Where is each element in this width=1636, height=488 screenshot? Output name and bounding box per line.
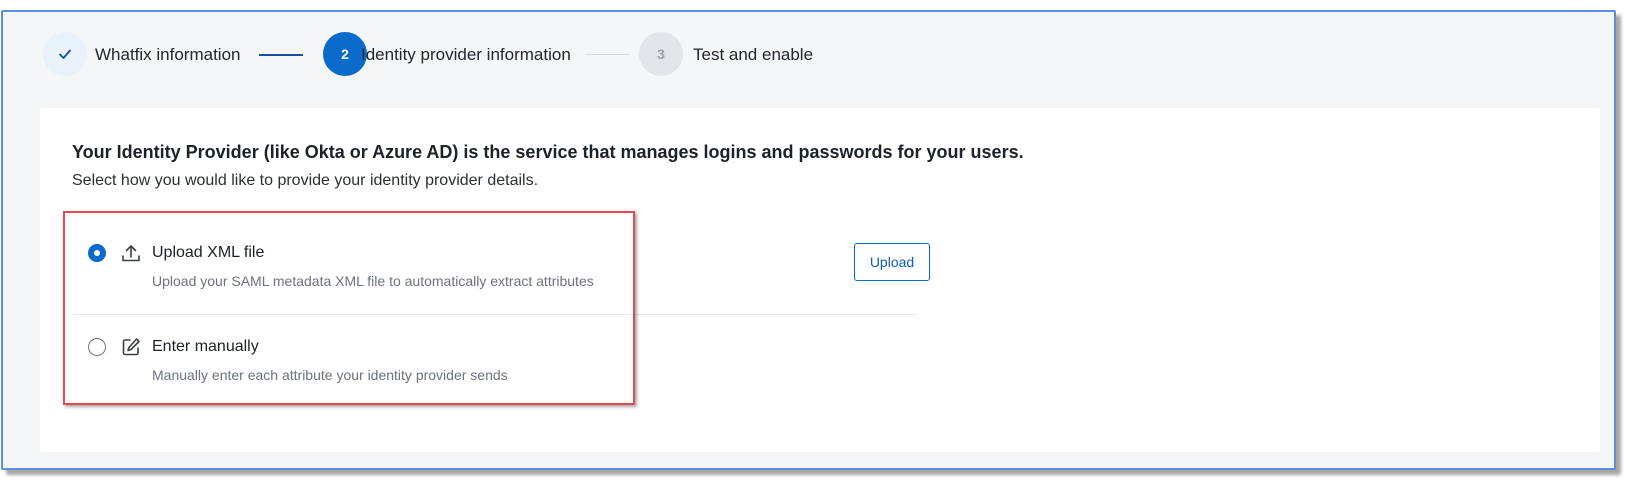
option-enter-manually[interactable]: Enter manually Manually enter each attri… (72, 318, 916, 408)
upload-button[interactable]: Upload (854, 243, 930, 281)
upload-xml-radio[interactable] (88, 244, 106, 262)
card-subheading: Select how you would like to provide you… (72, 172, 539, 189)
step-3-label: Test and enable (693, 45, 814, 64)
step-2-label: Identity provider information (361, 45, 571, 64)
option-upload-xml[interactable]: Upload XML file Upload your SAML metadat… (72, 224, 916, 315)
upload-icon (122, 245, 140, 262)
enter-manually-title: Enter manually (152, 338, 259, 355)
step-1-complete[interactable] (43, 32, 87, 76)
step-connector-1 (259, 54, 303, 56)
enter-manually-description: Manually enter each attribute your ident… (152, 367, 508, 383)
upload-xml-title: Upload XML file (152, 244, 265, 261)
card-heading: Your Identity Provider (like Okta or Azu… (72, 142, 1024, 162)
step-1-label: Whatfix information (95, 45, 241, 64)
upload-xml-description: Upload your SAML metadata XML file to au… (152, 273, 594, 289)
check-icon (59, 49, 71, 59)
step-connector-2 (585, 54, 629, 55)
window-frame: Whatfix information 2 Identity provider … (1, 10, 1616, 470)
edit-icon (122, 338, 140, 356)
step-3-pending[interactable]: 3 (639, 32, 683, 76)
idp-card: Your Identity Provider (like Okta or Azu… (40, 108, 1600, 452)
enter-manually-radio[interactable] (88, 338, 106, 356)
